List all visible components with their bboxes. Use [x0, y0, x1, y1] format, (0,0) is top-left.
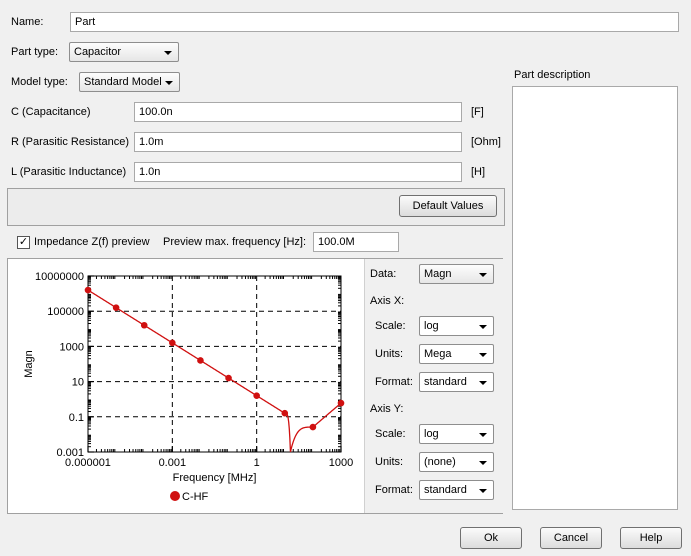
checkmark-icon: ✓	[18, 236, 29, 248]
x-tick-label: 0.001	[159, 457, 187, 469]
capacitance-unit: [F]	[471, 106, 484, 118]
data-label: Data:	[370, 268, 397, 280]
series-marker	[169, 339, 176, 347]
axis-y-units-select[interactable]: (none)	[419, 452, 494, 472]
part-description-textarea[interactable]	[512, 86, 678, 510]
axis-y-label: Axis Y:	[370, 403, 404, 415]
inductance-label: L (Parasitic Inductance)	[11, 166, 127, 178]
inductance-unit: [H]	[471, 166, 486, 178]
data-select[interactable]: Magn	[419, 264, 494, 284]
max-frequency-input[interactable]: 100.0M	[313, 232, 399, 252]
series-marker	[84, 286, 92, 294]
impedance-preview-label: Impedance Z(f) preview	[34, 236, 150, 248]
help-button[interactable]: Help	[620, 527, 682, 549]
legend-marker-c-hf	[170, 491, 180, 501]
chevron-down-icon	[479, 381, 487, 385]
default-values-button[interactable]: Default Values	[399, 195, 497, 217]
chevron-down-icon	[479, 325, 487, 329]
part-type-label: Part type:	[11, 46, 59, 58]
chevron-down-icon	[479, 273, 487, 277]
axis-y-units-label: Units:	[375, 456, 404, 468]
inductance-input[interactable]: 1.0n	[134, 162, 462, 182]
model-type-select[interactable]: Standard Model	[79, 72, 180, 92]
x-axis-label: Frequency [MHz]	[173, 472, 257, 484]
part-type-select[interactable]: Capacitor	[69, 42, 179, 62]
part-description-label: Part description	[514, 69, 591, 81]
series-marker	[253, 392, 260, 399]
axis-y-scale-select[interactable]: log	[419, 424, 494, 444]
model-type-value: Standard Model	[84, 76, 162, 88]
y-tick-label: 10000000	[35, 271, 84, 283]
y-tick-label: 100000	[47, 306, 84, 318]
axis-x-scale-label: Scale:	[375, 320, 406, 332]
chevron-down-icon	[479, 353, 487, 357]
axis-y-units-value: (none)	[424, 456, 456, 468]
axis-x-scale-select[interactable]: log	[419, 316, 494, 336]
axis-x-units-value: Mega	[424, 348, 452, 360]
ok-button[interactable]: Ok	[460, 527, 522, 549]
y-tick-label: 10	[72, 377, 84, 389]
y-axis-label: Magn	[23, 350, 35, 378]
y-tick-label: 0.001	[56, 447, 84, 459]
resistance-input[interactable]: 1.0m	[134, 132, 462, 152]
chevron-down-icon	[479, 433, 487, 437]
chevron-down-icon	[165, 81, 173, 85]
axis-x-format-select[interactable]: standard	[419, 372, 494, 392]
capacitance-input[interactable]: 100.0n	[134, 102, 462, 122]
legend-label-c-hf: C-HF	[182, 491, 209, 503]
impedance-chart: 0.000001 0.001 1 10000.0010.110100010000010…	[23, 271, 353, 503]
axis-x-format-value: standard	[424, 376, 467, 388]
name-label: Name:	[11, 16, 44, 28]
cancel-button[interactable]: Cancel	[540, 527, 602, 549]
series-marker	[309, 423, 317, 431]
max-frequency-label: Preview max. frequency [Hz]:	[163, 236, 307, 248]
series-marker	[112, 304, 120, 311]
chevron-down-icon	[479, 461, 487, 465]
y-tick-label: 1000	[60, 341, 84, 353]
data-value: Magn	[424, 268, 452, 280]
y-tick-label: 0.1	[69, 412, 84, 424]
capacitance-label: C (Capacitance)	[11, 106, 91, 118]
x-tick-label: 1000	[329, 457, 353, 469]
resistance-label: R (Parasitic Resistance)	[11, 136, 129, 148]
impedance-preview-checkbox[interactable]: ✓	[17, 236, 30, 249]
axis-y-scale-label: Scale:	[375, 428, 406, 440]
axis-x-units-select[interactable]: Mega	[419, 344, 494, 364]
x-tick-label: 1	[254, 457, 260, 469]
series-marker	[140, 321, 148, 329]
model-type-label: Model type:	[11, 76, 68, 88]
series-marker	[281, 409, 289, 417]
name-input[interactable]: Part	[70, 12, 679, 32]
axis-x-format-label: Format:	[375, 376, 413, 388]
axis-x-scale-value: log	[424, 320, 439, 332]
chevron-down-icon	[164, 51, 172, 55]
plot-area	[87, 275, 342, 453]
axis-x-units-label: Units:	[375, 348, 404, 360]
part-type-value: Capacitor	[74, 46, 122, 58]
series-marker	[197, 357, 204, 364]
chevron-down-icon	[479, 489, 487, 493]
series-marker	[337, 399, 345, 407]
axis-y-format-label: Format:	[375, 484, 413, 496]
axis-y-scale-value: log	[424, 428, 439, 440]
axis-y-format-select[interactable]: standard	[419, 480, 494, 500]
series-marker	[225, 374, 232, 382]
axis-y-format-value: standard	[424, 484, 467, 496]
resistance-unit: [Ohm]	[471, 136, 501, 148]
axis-x-label: Axis X:	[370, 295, 405, 307]
